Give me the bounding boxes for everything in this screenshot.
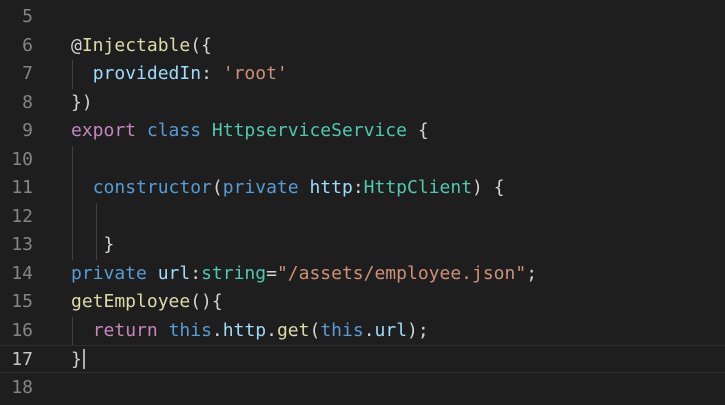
code-token: this	[320, 319, 364, 341]
code-text[interactable]: }	[71, 346, 82, 374]
code-token: :	[352, 177, 364, 198]
code-token: providedIn	[92, 63, 202, 84]
line-number: 11	[11, 177, 33, 198]
code-text[interactable]: getEmployee(){	[71, 288, 223, 316]
code-token: return	[92, 319, 158, 341]
code-token: {	[406, 120, 429, 141]
code-token: ;	[526, 262, 538, 284]
code-token: constructor	[92, 177, 212, 198]
code-token: 'root'	[222, 63, 288, 84]
code-token: getEmployee	[71, 291, 191, 312]
line-number: 15	[11, 291, 33, 312]
code-line[interactable]: 16 return this.http.get(this.url);	[0, 317, 725, 345]
line-number: 12	[11, 205, 33, 227]
code-line[interactable]: 5	[0, 3, 725, 31]
code-token: http	[309, 177, 353, 198]
indent-guide	[72, 316, 73, 345]
line-number: 18	[11, 376, 33, 398]
code-token: ) {	[472, 177, 505, 198]
code-line[interactable]: 12	[0, 203, 725, 231]
line-number: 10	[11, 148, 33, 170]
code-token: this	[168, 319, 212, 341]
code-token: @	[71, 34, 82, 56]
code-token: url	[157, 262, 191, 284]
indent-guide	[95, 202, 97, 260]
code-line[interactable]: 6 @Injectable({	[0, 32, 725, 60]
line-number: 8	[22, 91, 33, 113]
code-line[interactable]: 10	[0, 146, 725, 174]
code-line[interactable]: 15 getEmployee(){	[0, 288, 725, 316]
line-number: 14	[11, 262, 33, 284]
line-number: 6	[22, 34, 33, 56]
code-token: get	[276, 319, 310, 341]
code-line[interactable]: 7 providedIn: 'root'	[0, 60, 725, 88]
code-token: http	[222, 319, 267, 341]
code-token: export	[71, 120, 137, 141]
code-token: =	[266, 262, 277, 284]
code-token: (	[309, 319, 321, 341]
code-text[interactable]: providedIn: 'root'	[71, 60, 288, 88]
code-line[interactable]: 14 private url:string="/assets/employee.j…	[0, 260, 725, 288]
line-number: 17	[11, 349, 33, 370]
code-token: (){	[190, 291, 223, 312]
code-text[interactable]: return this.http.get(this.url);	[71, 317, 429, 345]
code-line[interactable]: 9 export class HttpserviceService {	[0, 117, 725, 145]
code-token: :	[190, 262, 202, 284]
text-cursor	[82, 349, 85, 369]
code-token: }	[71, 349, 82, 370]
code-text[interactable]: @Injectable({	[71, 32, 212, 60]
code-token: ({	[190, 34, 212, 56]
code-token: HttpserviceService	[211, 120, 407, 141]
code-token: private	[222, 177, 299, 198]
code-token: })	[71, 91, 93, 113]
code-text[interactable]: constructor(private http:HttpClient) {	[71, 174, 505, 202]
indent-guide	[72, 145, 73, 260]
line-number: 5	[22, 6, 33, 27]
indent-guide	[72, 60, 73, 89]
code-editor[interactable]: 5 6 @Injectable({7 providedIn: 'root' 8}) 9 e…	[0, 0, 725, 405]
code-token: .	[363, 319, 375, 341]
code-line[interactable]: 11 constructor(private http:HttpClient) …	[0, 174, 725, 202]
code-token: string	[201, 262, 267, 284]
code-line[interactable]: 17}	[0, 345, 725, 373]
code-token: private	[71, 262, 147, 284]
line-number: 13	[11, 234, 33, 255]
code-token: "/assets/employee.json"	[276, 262, 527, 284]
code-token: );	[407, 319, 429, 341]
code-line[interactable]: 8})	[0, 89, 725, 117]
code-text[interactable]: private url:string="/assets/employee.jso…	[71, 260, 537, 288]
code-token: url	[374, 319, 408, 341]
line-number: 7	[22, 63, 33, 84]
code-token: Injectable	[81, 34, 191, 56]
line-number: 16	[11, 319, 33, 341]
code-token: .	[266, 319, 277, 341]
code-token: }	[71, 234, 115, 255]
code-text[interactable]: })	[71, 89, 93, 117]
code-text[interactable]: }	[71, 231, 115, 259]
code-token: (	[211, 177, 223, 198]
code-token: class	[146, 120, 202, 141]
code-token: .	[211, 319, 223, 341]
code-line[interactable]: 13 }	[0, 231, 725, 259]
code-token: HttpClient	[363, 177, 473, 198]
line-number: 9	[22, 120, 33, 141]
code-text[interactable]: export class HttpserviceService {	[71, 117, 429, 145]
code-line[interactable]: 18	[0, 374, 725, 402]
code-token: :	[201, 63, 223, 84]
